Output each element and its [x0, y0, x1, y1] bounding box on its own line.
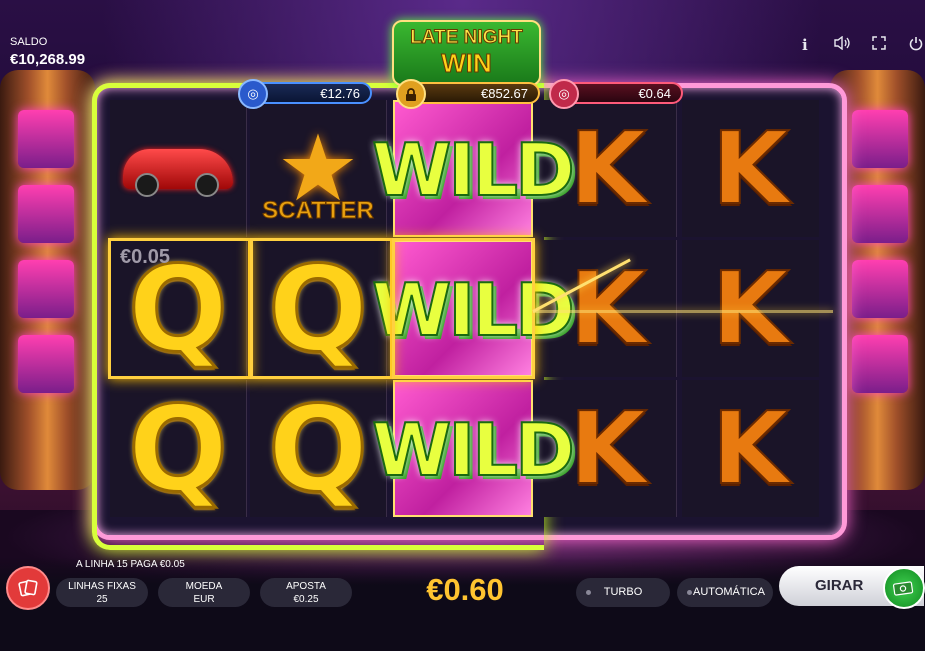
spin-label: GIRAR	[815, 577, 864, 594]
coin-control[interactable]: MOEDA EUR	[158, 578, 250, 607]
wild-symbol: WILD	[371, 407, 576, 493]
coin-value: EUR	[193, 594, 215, 605]
balance-label: SALDO	[10, 36, 48, 48]
reel-symbol-k: K	[682, 100, 819, 237]
lines-value: 25	[96, 594, 108, 605]
bet-control[interactable]: APOSTA €0.25	[260, 578, 352, 607]
logo-line1: LATE NIGHT	[410, 27, 524, 49]
reel-symbol-q: Q	[110, 380, 247, 517]
toggle-indicator	[687, 590, 692, 595]
jackpot-gold-value: €852.67	[481, 86, 528, 101]
power-icon[interactable]	[909, 36, 923, 55]
reel-symbol-k: K	[682, 240, 819, 377]
line-win-amount: €0.05	[120, 246, 171, 268]
lines-label: LINHAS FIXAS	[68, 581, 136, 592]
reel-symbol-k: K	[682, 380, 819, 517]
info-icon[interactable]: i	[802, 36, 808, 54]
sound-icon[interactable]	[834, 35, 850, 54]
bet-label: APOSTA	[286, 581, 326, 592]
win-message: A LINHA 15 PAGA €0.05	[76, 559, 185, 570]
cards-icon	[18, 579, 38, 597]
spin-icon[interactable]	[883, 567, 925, 609]
toggle-indicator	[586, 590, 591, 595]
jackpot-blue: ◎ €12.76	[238, 79, 372, 109]
lock-icon	[396, 79, 426, 109]
autoplay-toggle[interactable]: AUTOMÁTICA	[677, 578, 773, 607]
reel-symbol-car	[110, 100, 247, 237]
payline	[533, 310, 833, 313]
fullscreen-icon[interactable]	[872, 36, 886, 54]
lines-control[interactable]: LINHAS FIXAS 25	[56, 578, 148, 607]
turbo-toggle[interactable]: TURBO	[576, 578, 670, 607]
scatter-label: SCATTER	[262, 197, 375, 225]
autoplay-label: AUTOMÁTICA	[693, 586, 765, 598]
paytable-button[interactable]	[6, 566, 50, 610]
logo-line2: WIN	[441, 48, 493, 78]
jackpot-red: ◎ €0.64	[549, 79, 683, 109]
left-pillar-decoration	[0, 70, 95, 490]
win-highlight	[392, 238, 535, 379]
turbo-label: TURBO	[603, 586, 643, 598]
coin-label: MOEDA	[185, 581, 223, 592]
win-highlight	[250, 238, 393, 379]
reel-symbol-scatter: ★ SCATTER	[250, 100, 387, 237]
wild-symbol: WILD	[371, 127, 576, 213]
coin-icon: ◎	[549, 79, 579, 109]
balance-value: €10,268.99	[10, 51, 86, 68]
jackpot-gold: €852.67	[396, 79, 540, 109]
jackpot-red-value: €0.64	[638, 86, 671, 101]
coin-icon: ◎	[238, 79, 268, 109]
reel-symbol-q: Q	[250, 380, 387, 517]
sports-car-icon	[123, 148, 233, 197]
jackpot-blue-value: €12.76	[320, 86, 360, 101]
bet-value: €0.25	[293, 594, 319, 605]
game-logo: LATE NIGHT WIN	[392, 20, 541, 86]
total-bet-value: €0.60	[426, 572, 504, 607]
